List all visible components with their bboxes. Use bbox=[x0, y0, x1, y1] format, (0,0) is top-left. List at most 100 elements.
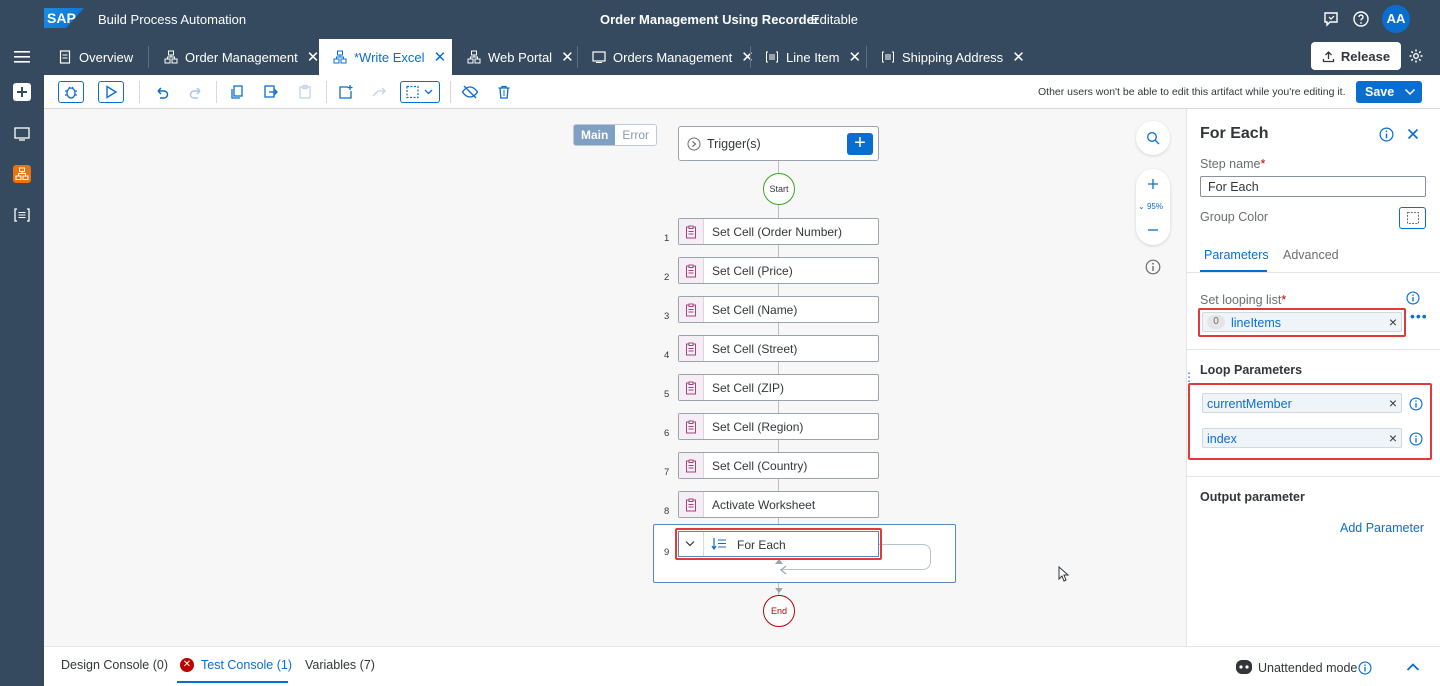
add-trigger-button[interactable]: + bbox=[847, 133, 873, 155]
tab-label: Orders Management bbox=[613, 49, 733, 65]
zoom-out-button[interactable] bbox=[1136, 218, 1170, 242]
step-set-cell-country[interactable]: Set Cell (Country) bbox=[678, 452, 879, 479]
menu-icon[interactable] bbox=[12, 49, 32, 65]
search-icon bbox=[1147, 132, 1160, 145]
gear-icon[interactable] bbox=[1408, 48, 1424, 64]
debug-button[interactable] bbox=[58, 81, 84, 103]
close-icon[interactable]: ✕ bbox=[848, 48, 861, 66]
group-color-picker[interactable] bbox=[1399, 207, 1426, 229]
help-icon[interactable] bbox=[1352, 10, 1370, 28]
tab-test-console[interactable]: Test Console (1) bbox=[201, 658, 292, 672]
datatype-icon bbox=[882, 51, 894, 63]
screen-icon[interactable] bbox=[12, 124, 32, 144]
sap-logo[interactable]: SAP bbox=[44, 8, 84, 28]
redo-button[interactable] bbox=[185, 81, 207, 103]
flow-switch[interactable]: Main Error bbox=[573, 124, 658, 146]
tab-parameters[interactable]: Parameters bbox=[1204, 248, 1269, 262]
tab-design-console[interactable]: Design Console (0) bbox=[61, 658, 168, 672]
add-parameter-link[interactable]: Add Parameter bbox=[1340, 521, 1424, 535]
excel-activity-icon bbox=[679, 453, 704, 478]
close-icon[interactable] bbox=[1407, 128, 1419, 140]
tab-variables[interactable]: Variables (7) bbox=[305, 658, 375, 672]
cut-button[interactable] bbox=[260, 81, 282, 103]
add-group-button[interactable] bbox=[335, 81, 357, 103]
close-icon[interactable]: ✕ bbox=[1012, 48, 1025, 66]
step-number: 9 bbox=[664, 547, 670, 558]
save-options-button[interactable] bbox=[1398, 81, 1422, 103]
step-name-input[interactable] bbox=[1200, 176, 1426, 197]
project-status: Editable bbox=[811, 12, 858, 27]
active-tab-indicator bbox=[1200, 270, 1267, 272]
tab-web-portal[interactable]: Web Portal ✕ bbox=[467, 39, 574, 75]
tab-overview[interactable]: Overview bbox=[58, 39, 133, 75]
copy-icon bbox=[231, 85, 243, 99]
panel-resize-handle[interactable]: ⋮ bbox=[1183, 370, 1195, 384]
info-icon[interactable] bbox=[1145, 259, 1161, 275]
process-icon[interactable] bbox=[12, 164, 32, 184]
tab-write-excel[interactable]: *Write Excel ✕ bbox=[319, 39, 452, 75]
zoom-level[interactable]: ⌄ 95% bbox=[1138, 202, 1163, 211]
more-options-icon[interactable]: ••• bbox=[1410, 308, 1428, 324]
step-number: 4 bbox=[664, 350, 670, 361]
panel-title: For Each bbox=[1200, 125, 1269, 142]
tab-advanced[interactable]: Advanced bbox=[1283, 248, 1339, 262]
undo-button[interactable] bbox=[151, 81, 173, 103]
tab-order-management[interactable]: Order Management ✕ bbox=[164, 39, 319, 75]
connect-button[interactable] bbox=[368, 81, 390, 103]
step-name-label: Step name* bbox=[1200, 157, 1265, 171]
save-button[interactable]: Save bbox=[1356, 81, 1404, 103]
datatype-icon[interactable] bbox=[12, 205, 32, 225]
label-text: Set looping list bbox=[1200, 293, 1282, 307]
excel-activity-icon bbox=[679, 336, 704, 361]
error-flow-toggle[interactable]: Error bbox=[615, 125, 657, 145]
trigger-label: Trigger(s) bbox=[707, 137, 761, 151]
trigger-node[interactable]: Trigger(s) + bbox=[678, 126, 879, 161]
user-avatar[interactable]: AA bbox=[1382, 5, 1410, 33]
main-flow-toggle[interactable]: Main bbox=[574, 125, 616, 145]
zoom-in-button[interactable] bbox=[1136, 172, 1170, 196]
paste-button[interactable] bbox=[294, 81, 316, 103]
feedback-icon[interactable] bbox=[1322, 10, 1340, 28]
close-icon[interactable]: ✕ bbox=[741, 48, 754, 66]
tab-orders-management[interactable]: Orders Management ✕ bbox=[592, 39, 754, 75]
toolbar-divider bbox=[216, 81, 217, 103]
step-set-cell-name[interactable]: Set Cell (Name) bbox=[678, 296, 879, 323]
close-icon[interactable]: ✕ bbox=[434, 48, 447, 66]
tab-line-item[interactable]: Line Item ✕ bbox=[765, 39, 861, 75]
info-icon[interactable] bbox=[1379, 127, 1394, 142]
screen-icon bbox=[592, 51, 606, 63]
info-icon[interactable] bbox=[1358, 661, 1372, 675]
run-button[interactable] bbox=[98, 81, 124, 103]
tab-divider bbox=[866, 46, 867, 68]
delete-button[interactable] bbox=[493, 81, 515, 103]
step-set-cell-region[interactable]: Set Cell (Region) bbox=[678, 413, 879, 440]
info-icon[interactable] bbox=[1406, 291, 1420, 305]
process-canvas[interactable] bbox=[44, 109, 1186, 646]
highlight-box bbox=[675, 528, 882, 560]
shell-bar: SAP Build Process Automation Order Manag… bbox=[0, 0, 1440, 38]
step-number: 2 bbox=[664, 272, 670, 283]
toolbar-divider bbox=[139, 81, 140, 103]
release-button[interactable]: Release bbox=[1311, 42, 1401, 70]
close-icon[interactable]: ✕ bbox=[307, 48, 320, 66]
close-icon[interactable]: ✕ bbox=[561, 48, 574, 66]
search-button[interactable] bbox=[1136, 121, 1170, 155]
step-set-cell-zip[interactable]: Set Cell (ZIP) bbox=[678, 374, 879, 401]
tab-shipping-address[interactable]: Shipping Address ✕ bbox=[881, 39, 1025, 75]
add-icon[interactable] bbox=[12, 82, 32, 102]
copy-button[interactable] bbox=[226, 81, 248, 103]
release-label: Release bbox=[1340, 48, 1391, 64]
tab-divider bbox=[1187, 272, 1440, 273]
selection-icon bbox=[406, 85, 433, 99]
step-activate-worksheet[interactable]: Activate Worksheet bbox=[678, 491, 879, 518]
step-set-cell-order-number[interactable]: Set Cell (Order Number) bbox=[678, 218, 879, 245]
tab-divider bbox=[750, 46, 751, 68]
step-set-cell-price[interactable]: Set Cell (Price) bbox=[678, 257, 879, 284]
tab-label: Overview bbox=[79, 49, 134, 65]
toggle-visibility-button[interactable] bbox=[459, 81, 481, 103]
step-number: 8 bbox=[664, 506, 670, 517]
step-set-cell-street[interactable]: Set Cell (Street) bbox=[678, 335, 879, 362]
chevron-up-icon[interactable] bbox=[1406, 662, 1420, 672]
bug-icon bbox=[65, 86, 77, 99]
selection-mode-select[interactable] bbox=[400, 81, 440, 103]
